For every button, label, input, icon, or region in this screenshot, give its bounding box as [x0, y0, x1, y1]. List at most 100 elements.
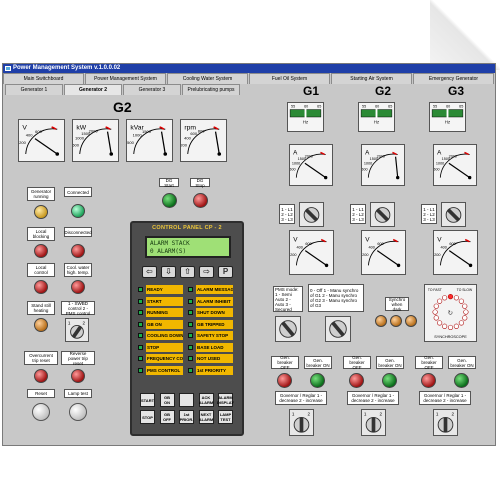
- gauge-pivot: [396, 263, 401, 268]
- down-arrow-key[interactable]: ⇩: [161, 266, 176, 278]
- gauge-tick-label: 200: [434, 252, 440, 257]
- swbd-pms-selector-switch[interactable]: 1 2: [65, 318, 89, 342]
- selector-knob-icon: [329, 320, 347, 338]
- gen-breaker-off-button[interactable]: [349, 373, 364, 388]
- left-arrow-key[interactable]: ⇦: [142, 266, 157, 278]
- hz-unit-label: Hz: [374, 120, 379, 125]
- phase-selector-switch[interactable]: [370, 202, 395, 227]
- status-text: RUNNING: [146, 308, 183, 317]
- gen-breaker-off-label: Gen. breaker OFF: [343, 355, 371, 370]
- status-safety-stop: SAFETY STOP: [188, 331, 238, 340]
- gauge-pivot: [217, 152, 222, 156]
- status-text: BASE LOAD: [196, 342, 233, 352]
- gauge-tick-label: 1000: [133, 133, 143, 138]
- gauge-tick-label: 1000: [292, 161, 300, 165]
- p-key[interactable]: P: [218, 266, 233, 278]
- status-led: [188, 287, 193, 292]
- status-text: SHUT DOWN: [196, 308, 233, 317]
- gauge-needle: [448, 250, 471, 266]
- synchroscope-lamp: [458, 298, 464, 304]
- phase-selector-label: 1 - L1 2 - L2 3 - L3: [421, 204, 437, 224]
- svg-text:2: 2: [83, 321, 86, 326]
- ammeter-gauge: A500100015002000: [361, 144, 405, 186]
- governor-switch[interactable]: 12: [433, 409, 458, 436]
- dg-stop-label: DG Stop: [190, 178, 210, 188]
- start-button[interactable]: START: [140, 393, 155, 407]
- status-led: [138, 321, 143, 327]
- gauge-tick-label: 500: [434, 167, 440, 171]
- dg-stop-button[interactable]: [193, 193, 208, 208]
- phase-selector-switch[interactable]: [299, 202, 324, 227]
- gen-breaker-on-button[interactable]: [382, 373, 397, 388]
- gen-breaker-on-button[interactable]: [310, 373, 325, 388]
- overcurrent-trip-lamp[interactable]: [34, 369, 48, 383]
- up-arrow-key[interactable]: ⇧: [180, 266, 195, 278]
- gen-breaker-off-button[interactable]: [421, 373, 436, 388]
- phase-selector-switch[interactable]: [441, 202, 466, 227]
- dg-start-button[interactable]: [162, 193, 177, 208]
- tab-starting-air-system[interactable]: Starting Air System: [331, 73, 412, 84]
- status-stop: STOP: [138, 342, 184, 352]
- gauge-pivot: [468, 263, 473, 268]
- swbd-pms-control-label: 1 - SWBD control 2 - PMS control: [61, 301, 95, 316]
- tab-main-switchboard[interactable]: Main Switchboard: [3, 73, 84, 84]
- status-shut-down: SHUT DOWN: [188, 308, 238, 317]
- governor-label: Governor / Reglar 1 - decrease 2 - incre…: [275, 391, 327, 405]
- lamp-test-button[interactable]: LAMP TEST: [218, 410, 233, 424]
- status-1st-priority: 1st PRIORITY: [188, 365, 238, 375]
- reset-button[interactable]: [32, 403, 50, 421]
- tab-generator-3[interactable]: Generator 3: [123, 84, 181, 95]
- status-led: [188, 344, 193, 350]
- tab-fuel-oil-system[interactable]: Fuel Oil System: [249, 73, 330, 84]
- hz-scale-label: 60: [304, 105, 308, 109]
- gb-off-button[interactable]: GB OFF: [159, 410, 175, 424]
- 1st-prior-button[interactable]: 1st PRIOR.: [179, 410, 194, 424]
- tab-emergency-generator[interactable]: Emergency Generator: [413, 73, 494, 84]
- gauge-tick-label: 1000: [436, 161, 444, 165]
- tab-prelubricating-pumps[interactable]: Prelubricating pumps: [182, 84, 240, 95]
- governor-switch[interactable]: 12: [289, 409, 314, 436]
- stop-button[interactable]: STOP: [140, 410, 155, 424]
- control-panel-title: CONTROL PANEL CP - 2: [152, 225, 222, 231]
- gen-breaker-off-button[interactable]: [277, 373, 292, 388]
- gauge-tick-label: 2000: [305, 155, 313, 159]
- gauge-needle: [376, 250, 399, 266]
- synchro-selector-switch[interactable]: [325, 316, 351, 342]
- lamp-test-button[interactable]: [69, 403, 87, 421]
- gauge-tick-label: 500: [73, 142, 80, 147]
- local-blocking-lamp: [34, 244, 48, 258]
- hz-unit-label: Hz: [445, 120, 450, 125]
- status-text: READY: [146, 285, 183, 294]
- synchroscope-lamp: [432, 309, 438, 315]
- tab-power-management-system[interactable]: Power Management System: [85, 73, 166, 84]
- synchroscope-lamp: [462, 315, 468, 321]
- governor-switch[interactable]: 12: [361, 409, 386, 436]
- tab-generator-1[interactable]: Generator 1: [5, 84, 63, 95]
- gauge-tick-label: 600: [35, 129, 42, 134]
- right-arrow-key[interactable]: ⇨: [199, 266, 214, 278]
- tab-cooling-water-system[interactable]: Cooling Water System: [167, 73, 248, 84]
- synchro-when-dark-label: Synchro when dark: [385, 297, 409, 312]
- next-alarm-button[interactable]: NEXT ALARM: [198, 410, 214, 424]
- page-corner-fold: [430, 0, 500, 70]
- connected-lamp: [71, 204, 85, 218]
- status-gb-tripped: GB TRIPPED: [188, 319, 238, 329]
- reverse-power-trip-lamp[interactable]: [71, 369, 85, 383]
- gauge-tick-label: 500: [127, 140, 134, 145]
- pms-mode-selector-switch[interactable]: [275, 316, 301, 342]
- tab-generator-2[interactable]: Generator 2: [64, 84, 122, 95]
- gauge-pivot: [324, 175, 328, 180]
- selector-knob-icon: [445, 207, 462, 223]
- gauge-needle: [106, 131, 112, 155]
- status-frequency-control: FREQUENCY CONTROL: [138, 354, 184, 363]
- status-led: [138, 298, 143, 304]
- selector-knob-icon: 1 2: [68, 321, 86, 339]
- phase-selector-label: 1 - L1 2 - L2 3 - L3: [350, 204, 366, 224]
- blank-button[interactable]: [179, 393, 194, 407]
- alarm-display-button[interactable]: ALARM DISPLAY: [217, 393, 234, 407]
- status-led: [188, 333, 193, 338]
- ack-alarm-button[interactable]: ACK ALARM: [198, 393, 214, 407]
- status-text: COOLING DOWN: [146, 331, 183, 340]
- gen-breaker-on-button[interactable]: [454, 373, 469, 388]
- gb-on-button[interactable]: GB ON: [159, 393, 175, 407]
